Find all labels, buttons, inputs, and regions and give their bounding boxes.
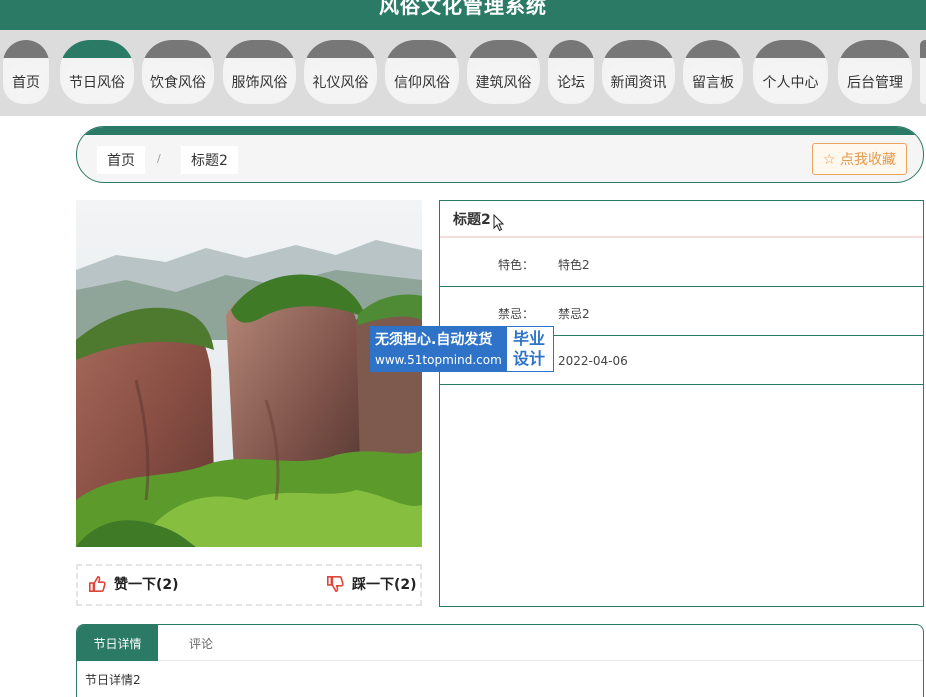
nav-item-festival[interactable]: 节日风俗 [60,40,134,104]
breadcrumb-bar-accent [77,127,923,135]
nav-item-clothing[interactable]: 服饰风俗 [223,40,296,104]
nav-item-forum[interactable]: 论坛 [548,40,594,104]
like-label: 赞一下(2) [114,577,179,593]
breadcrumb-current: 标题2 [181,146,238,174]
detail-row-label: 禁忌： [498,307,535,321]
watermark-right: 毕业设计 [507,327,553,371]
detail-title: 标题2 [440,201,923,238]
nav-item-etiquette[interactable]: 礼仪风俗 [304,40,377,104]
tab-bar: 节日详情 评论 [77,625,923,661]
nav-item-label: 建筑风俗 [470,62,537,102]
breadcrumb-separator: / [157,152,161,165]
app-title: 风俗文化管理系统 [379,0,547,18]
nav-item-admin[interactable]: 后台管理 [838,40,912,104]
nav-item-label: 服饰风俗 [226,62,293,102]
detail-row-label: 特色： [498,258,535,272]
nav-item-label: 饮食风俗 [145,62,211,102]
dislike-button[interactable]: 踩一下(2) [326,574,417,594]
watermark-line2: www.51topmind.com [375,353,502,367]
favorite-button[interactable]: ☆ 点我收藏 [811,143,907,175]
tab-content: 节日详情2 [85,673,141,687]
item-photo [76,200,422,547]
watermark-line1: 无须担心.自动发货 [375,332,493,348]
nav-item-label: 后台管理 [841,62,909,102]
thumbs-down-icon [326,575,344,593]
nav-item-label: 信仰风俗 [388,62,456,102]
detail-row-value: 2022-04-06 [558,354,628,368]
nav-overflow-edge [920,40,926,104]
breadcrumb-bar: 首页 / 标题2 ☆ 点我收藏 [76,126,924,183]
thumbs-up-icon [88,575,106,593]
dislike-label: 踩一下(2) [352,577,417,593]
nav-item-label: 礼仪风俗 [307,62,374,102]
detail-row-value: 特色2 [558,258,590,272]
nav-item-guestbook[interactable]: 留言板 [683,40,743,104]
nav-item-label: 首页 [6,62,46,102]
nav-item-news[interactable]: 新闻资讯 [602,40,675,104]
nav-item-label: 留言板 [686,62,740,102]
nav-item-label: 节日风俗 [63,62,131,102]
detail-row-value: 禁忌2 [558,307,590,321]
nav-item-label: 新闻资讯 [605,62,672,102]
nav-item-belief[interactable]: 信仰风俗 [385,40,459,104]
nav-item-home[interactable]: 首页 [3,40,49,104]
detail-panel: 标题2 特色： 特色2 禁忌： 禁忌2 2022-04-06 [439,200,924,607]
mouse-cursor-icon [493,214,505,232]
nav-item-food[interactable]: 饮食风俗 [142,40,214,104]
tab-comments[interactable]: 评论 [163,625,239,661]
landscape-image [76,200,422,547]
detail-tabs: 节日详情 评论 节日详情2 [76,624,924,697]
breadcrumb-home[interactable]: 首页 [97,146,145,174]
main-nav: 首页 节日风俗 饮食风俗 服饰风俗 礼仪风俗 信仰风俗 建筑风俗 论坛 新闻资讯… [0,30,926,116]
watermark-banner: 无须担心.自动发货 www.51topmind.com 毕业设计 [370,326,554,372]
nav-item-architecture[interactable]: 建筑风俗 [467,40,540,104]
detail-row-feature: 特色： 特色2 [440,238,923,287]
nav-item-label: 个人中心 [756,62,825,102]
like-button[interactable]: 赞一下(2) [88,574,179,594]
header-bar: 风俗文化管理系统 [0,0,926,30]
vote-bar: 赞一下(2) 踩一下(2) [76,564,422,606]
nav-item-label: 论坛 [551,62,591,102]
nav-item-profile[interactable]: 个人中心 [753,40,828,104]
tab-festival-detail[interactable]: 节日详情 [77,625,158,661]
watermark-left: 无须担心.自动发货 www.51topmind.com [371,327,507,371]
